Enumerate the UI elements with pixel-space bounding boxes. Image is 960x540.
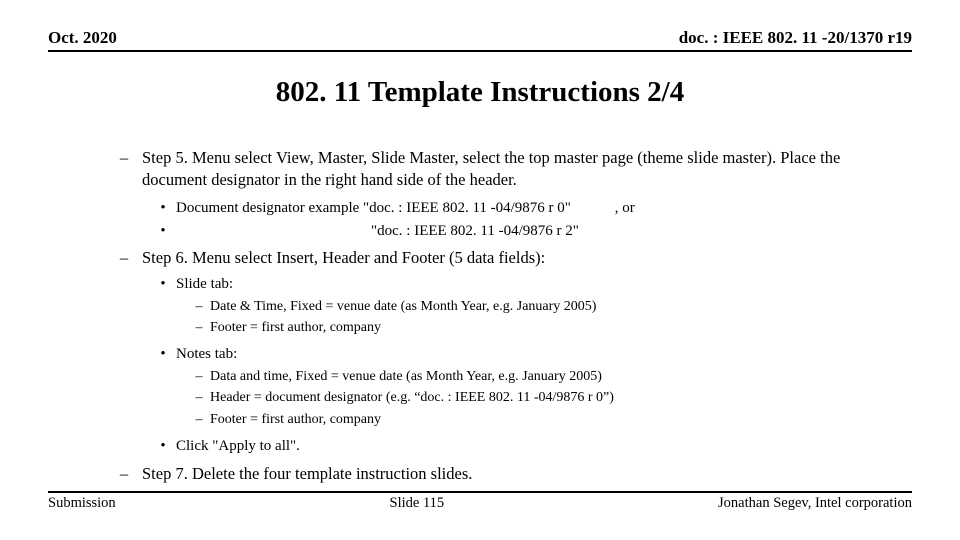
apply-to-all-text: Click "Apply to all". xyxy=(176,436,902,456)
step-6: – Step 6. Menu select Insert, Header and… xyxy=(58,247,902,269)
slide-page: Oct. 2020 doc. : IEEE 802. 11 -20/1370 r… xyxy=(0,0,960,485)
notes-tab-header-text: Header = document designator (e.g. “doc.… xyxy=(210,389,902,408)
step-5-text: Step 5. Menu select View, Master, Slide … xyxy=(142,147,902,192)
slide-tab-date-text: Date & Time, Fixed = venue date (as Mont… xyxy=(210,298,902,317)
step-7: – Step 7. Delete the four template instr… xyxy=(58,463,902,485)
footer-row: Submission Slide 115 Jonathan Segev, Int… xyxy=(0,493,960,512)
header-row: Oct. 2020 doc. : IEEE 802. 11 -20/1370 r… xyxy=(48,28,912,52)
footer-center: Slide 115 xyxy=(390,495,445,512)
notes-tab-date-text: Data and time, Fixed = venue date (as Mo… xyxy=(210,368,902,387)
dash-marker: – xyxy=(188,389,210,408)
slide-tab-footer-text: Footer = first author, company xyxy=(210,319,902,338)
notes-tab-item: • Notes tab: xyxy=(58,344,902,364)
dash-marker: – xyxy=(106,147,142,192)
notes-tab-footer-text: Footer = first author, company xyxy=(210,411,902,430)
apply-to-all-item: • Click "Apply to all". xyxy=(58,436,902,456)
footer-left: Submission xyxy=(48,495,116,512)
notes-tab-date: – Data and time, Fixed = venue date (as … xyxy=(58,368,902,387)
slide-tab-item: • Slide tab: xyxy=(58,274,902,294)
footer-right: Jonathan Segev, Intel corporation xyxy=(718,495,912,512)
step-7-text: Step 7. Delete the four template instruc… xyxy=(142,463,902,485)
slide-tab-footer: – Footer = first author, company xyxy=(58,319,902,338)
notes-tab-label: Notes tab: xyxy=(176,344,902,364)
bullet-marker: • xyxy=(150,198,176,218)
step-5-example-1-text: Document designator example "doc. : IEEE… xyxy=(176,198,902,218)
dash-marker: – xyxy=(106,463,142,485)
notes-tab-header: – Header = document designator (e.g. “do… xyxy=(58,389,902,408)
header-doc-designator: doc. : IEEE 802. 11 -20/1370 r19 xyxy=(679,28,912,48)
step-6-text: Step 6. Menu select Insert, Header and F… xyxy=(142,247,902,269)
dash-marker: – xyxy=(188,411,210,430)
dash-marker: – xyxy=(106,247,142,269)
bullet-marker: • xyxy=(150,344,176,364)
slide-tab-label: Slide tab: xyxy=(176,274,902,294)
bullet-marker: • xyxy=(150,221,176,241)
dash-marker: – xyxy=(188,368,210,387)
bullet-marker: • xyxy=(150,274,176,294)
bullet-marker: • xyxy=(150,436,176,456)
step-5: – Step 5. Menu select View, Master, Slid… xyxy=(58,147,902,192)
designator-example-suffix: , or xyxy=(575,198,635,218)
slide-tab-date: – Date & Time, Fixed = venue date (as Mo… xyxy=(58,298,902,317)
notes-tab-footer: – Footer = first author, company xyxy=(58,411,902,430)
dash-marker: – xyxy=(188,298,210,317)
step-5-example-2-text: "doc. : IEEE 802. 11 -04/9876 r 2" xyxy=(176,221,902,241)
dash-marker: – xyxy=(188,319,210,338)
header-date: Oct. 2020 xyxy=(48,28,117,48)
slide-title: 802. 11 Template Instructions 2/4 xyxy=(48,76,912,109)
step-5-example-1: • Document designator example "doc. : IE… xyxy=(58,198,902,218)
step-5-example-2: • "doc. : IEEE 802. 11 -04/9876 r 2" xyxy=(58,221,902,241)
slide-content: – Step 5. Menu select View, Master, Slid… xyxy=(48,147,912,485)
designator-example-prefix: Document designator example "doc. : IEEE… xyxy=(176,200,571,216)
